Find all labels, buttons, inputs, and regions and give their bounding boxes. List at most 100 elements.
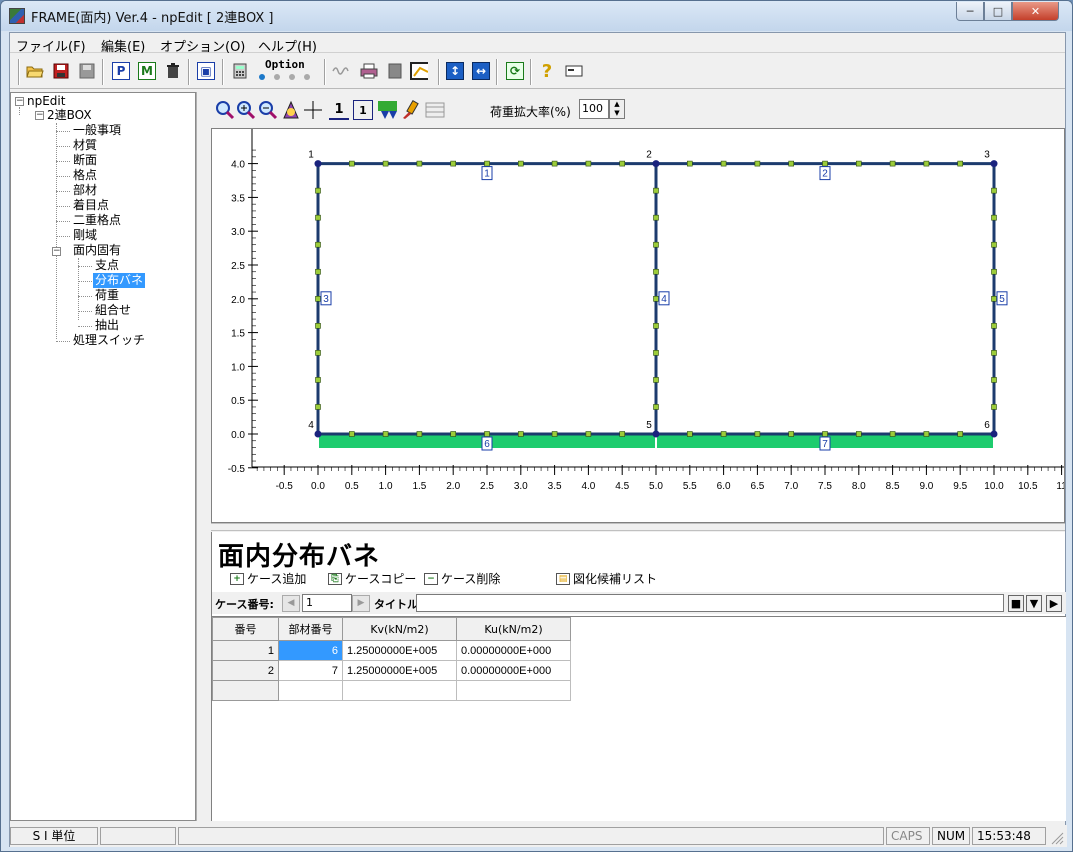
tree-root[interactable]: npEdit (27, 94, 65, 109)
tree-sub-distributed-spring[interactable]: 分布バネ (93, 273, 146, 288)
member-number-cell[interactable]: 7 (278, 660, 343, 681)
open-folder-icon[interactable] (26, 62, 44, 80)
calculator-icon[interactable] (231, 62, 249, 80)
table-gray-icon[interactable] (425, 100, 445, 120)
spring-icon[interactable] (332, 62, 350, 80)
tree-project[interactable]: 2連BOX (47, 108, 92, 123)
x-tick-label: 9.5 (953, 481, 967, 492)
tree-item-rigid-zone[interactable]: 剛域 (73, 228, 97, 243)
kv-cell[interactable]: 1.25000000E+005 (342, 640, 457, 661)
collapse-icon[interactable]: − (15, 97, 24, 106)
maximize-button[interactable]: □ (984, 2, 1012, 21)
expand-vertical-icon[interactable]: ↕ (446, 62, 464, 80)
save-gray-icon[interactable] (78, 62, 96, 80)
zoom-area-icon[interactable] (281, 100, 301, 120)
resize-grip-icon[interactable] (1050, 831, 1064, 845)
case-number-input[interactable]: 1 (302, 594, 352, 612)
vertical-splitter[interactable] (196, 92, 206, 821)
tree-group-inplane[interactable]: 面内固有 (73, 243, 121, 258)
col-header-ku[interactable]: Ku(kN/m2) (456, 617, 571, 641)
gray-box-icon[interactable] (386, 62, 404, 80)
tree-item-double-nodes[interactable]: 二重格点 (73, 213, 121, 228)
support-display-icon[interactable] (377, 100, 397, 120)
tree-item-focus-points[interactable]: 着目点 (73, 198, 109, 213)
minimize-button[interactable]: ─ (956, 2, 984, 21)
tree-item-nodes[interactable]: 格点 (73, 168, 97, 183)
focus-point (991, 296, 997, 302)
row-number[interactable]: 2 (212, 660, 279, 681)
crosshair-icon[interactable] (303, 100, 323, 120)
tree-item-members[interactable]: 部材 (73, 183, 97, 198)
help-icon[interactable]: ? (538, 61, 556, 82)
zoom-fit-icon[interactable] (215, 100, 235, 120)
menu-file[interactable]: ファイル(F) (16, 36, 86, 55)
save-red-icon[interactable] (52, 62, 70, 80)
copy-case-button[interactable]: ⎘ ケースコピー (328, 570, 416, 587)
tree-item-section[interactable]: 断面 (73, 153, 97, 168)
y-tick-label: 4.0 (231, 160, 245, 171)
zoom-in-icon[interactable] (236, 100, 256, 120)
empty-cell[interactable] (456, 680, 571, 701)
previous-case-button[interactable]: ◀ (282, 595, 300, 612)
node-point (652, 430, 660, 438)
close-button[interactable]: ✕ (1012, 2, 1059, 21)
card-icon[interactable] (565, 62, 583, 80)
zoom-out-icon[interactable] (258, 100, 278, 120)
col-header-member[interactable]: 部材番号 (278, 617, 343, 641)
frame-view-icon[interactable]: ▣ (197, 62, 215, 80)
print-icon[interactable] (360, 62, 378, 80)
m-document-icon[interactable]: M (138, 62, 156, 80)
load-scale-spinner[interactable]: ▲ ▼ (609, 99, 625, 119)
row-number-empty[interactable] (212, 680, 279, 701)
delete-case-button[interactable]: − ケース削除 (424, 570, 500, 587)
dropdown-button[interactable]: ▼ (1026, 595, 1042, 612)
play-button[interactable]: ▶ (1046, 595, 1062, 612)
p-document-icon[interactable]: P (112, 62, 130, 80)
toolbar-separator (102, 59, 104, 85)
option-button[interactable]: Option (257, 58, 319, 84)
case-title-input[interactable] (416, 594, 1004, 612)
tree-line (78, 326, 92, 327)
row-number[interactable]: 1 (212, 640, 279, 661)
refresh-icon[interactable]: ⟳ (506, 62, 524, 80)
ku-cell[interactable]: 0.00000000E+000 (456, 660, 571, 681)
expand-horizontal-icon[interactable]: ↔ (472, 62, 490, 80)
frame-canvas[interactable]: -0.5 0.0 0.5 1.0 1.5 2.0 2.5 3.0 3.5 4.0 4.5 5.0 5.5… (211, 128, 1067, 523)
spring-grid: 番号 部材番号 Kv(kN/m2) Ku(kN/m2) 1 6 1.250000… (212, 616, 1066, 821)
paint-icon[interactable] (401, 100, 421, 120)
chart-icon[interactable] (410, 62, 428, 80)
kv-cell[interactable]: 1.25000000E+005 (342, 660, 457, 681)
horizontal-splitter[interactable] (211, 523, 1065, 531)
stop-button[interactable]: ■ (1008, 595, 1024, 612)
menu-options[interactable]: オプション(O) (160, 36, 245, 55)
tree-item-general[interactable]: 一般事項 (73, 123, 121, 138)
tree-item-process-switch[interactable]: 処理スイッチ (73, 333, 145, 348)
member-number-cell[interactable]: 6 (278, 640, 343, 661)
collapse-icon[interactable]: − (35, 111, 44, 120)
empty-cell[interactable] (278, 680, 343, 701)
col-header-kv[interactable]: Kv(kN/m2) (342, 617, 457, 641)
plot-candidate-list-button[interactable]: ▤ 図化候補リスト (556, 570, 657, 587)
focus-point (416, 160, 423, 167)
ku-cell[interactable]: 0.00000000E+000 (456, 640, 571, 661)
tree-sub-combinations[interactable]: 組合せ (95, 303, 131, 318)
menu-edit[interactable]: 編集(E) (101, 36, 145, 55)
collapse-icon[interactable]: − (52, 247, 61, 256)
tree-sub-supports[interactable]: 支点 (95, 258, 119, 273)
load-scale-input[interactable]: 100 (579, 99, 609, 119)
focus-point (889, 160, 896, 167)
menu-help[interactable]: ヘルプ(H) (258, 36, 317, 55)
focus-point (349, 160, 355, 167)
tree-sub-extraction[interactable]: 抽出 (95, 318, 119, 333)
trash-icon[interactable] (164, 62, 182, 80)
node-label: 4 (308, 420, 314, 431)
empty-cell[interactable] (342, 680, 457, 701)
col-header-number[interactable]: 番号 (212, 617, 279, 641)
tree-sub-loads[interactable]: 荷重 (95, 288, 119, 303)
add-case-button[interactable]: + ケース追加 (230, 570, 306, 587)
member-number-icon[interactable]: 1 (353, 100, 373, 120)
node-number-icon[interactable]: 1 (329, 100, 349, 120)
next-case-button[interactable]: ▶ (352, 595, 370, 612)
tree-item-material[interactable]: 材質 (73, 138, 97, 153)
case-number-label: ケース番号: (215, 598, 274, 611)
